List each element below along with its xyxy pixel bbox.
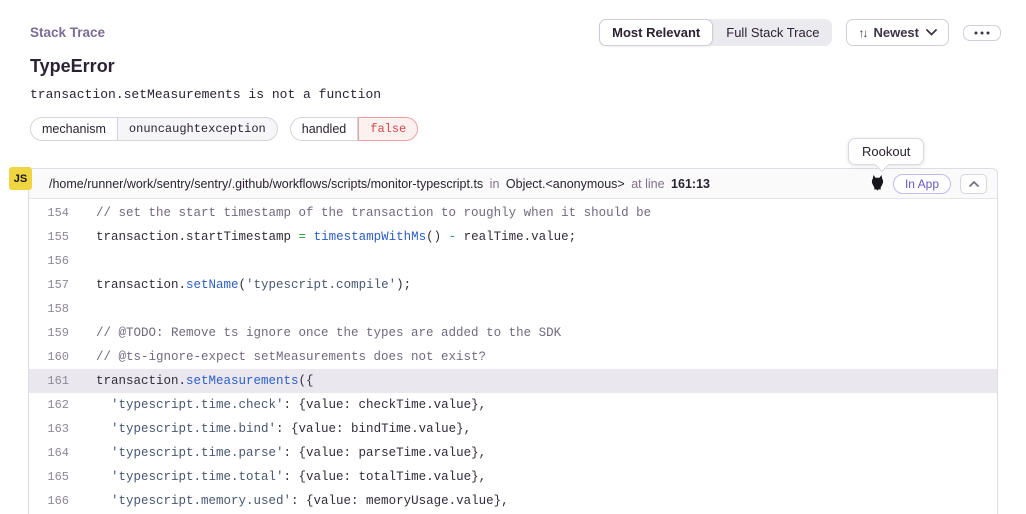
line-number-gutter: 159 (29, 321, 69, 345)
tag-value: onuncaughtexception (118, 117, 278, 141)
code-text: 'typescript.time.bind': {value: bindTime… (69, 417, 471, 441)
code-text: transaction.setMeasurements({ (69, 369, 314, 393)
code-line: 157transaction.setName('typescript.compi… (29, 273, 997, 297)
code-line: 159// @TODO: Remove ts ignore once the t… (29, 321, 997, 345)
tags-row: mechanismonuncaughtexception handledfalse (30, 117, 418, 141)
line-number-gutter: 160 (29, 345, 69, 369)
line-number-gutter: 164 (29, 441, 69, 465)
rookout-tooltip: Rookout (848, 138, 924, 165)
ellipsis-icon (974, 31, 990, 35)
tag-key: mechanism (30, 117, 118, 141)
code-text: 'typescript.time.check': {value: checkTi… (69, 393, 486, 417)
code-text: transaction.startTimestamp = timestampWi… (69, 225, 576, 249)
sort-label: Newest (873, 25, 919, 40)
code-text: // @ts-ignore-expect setMeasurements doe… (69, 345, 486, 369)
in-word: in (490, 177, 500, 191)
code-text: // set the start timestamp of the transa… (69, 201, 651, 225)
code-line: 158 (29, 297, 997, 321)
in-app-badge: In App (893, 174, 951, 194)
at-line-word: at line (631, 177, 664, 191)
platform-js-badge: JS (9, 167, 32, 190)
code-text: transaction.setName('typescript.compile'… (69, 273, 411, 297)
code-text: 'typescript.time.parse': {value: parseTi… (69, 441, 486, 465)
line-number-gutter: 158 (29, 297, 69, 321)
code-text (69, 249, 96, 273)
chevron-down-icon (926, 29, 937, 36)
tooltip-label: Rookout (862, 144, 910, 159)
chevron-up-icon (969, 181, 979, 187)
sort-arrows-icon: ↑↓ (858, 26, 866, 40)
sort-newest-dropdown[interactable]: ↑↓ Newest (846, 19, 949, 46)
tag-pill[interactable]: handledfalse (290, 117, 419, 141)
frame-location: /home/runner/work/sentry/sentry/.github/… (49, 177, 710, 191)
function-name: Object.<anonymous> (506, 177, 625, 191)
rookout-icon[interactable] (871, 175, 884, 192)
tag-pill[interactable]: mechanismonuncaughtexception (30, 117, 278, 141)
code-text: // @TODO: Remove ts ignore once the type… (69, 321, 561, 345)
error-type-title: TypeError (30, 56, 115, 77)
code-line: 165 'typescript.time.total': {value: tot… (29, 465, 997, 489)
line-number-gutter: 156 (29, 249, 69, 273)
code-line: 166 'typescript.memory.used': {value: me… (29, 489, 997, 513)
view-toggle: Most Relevant Full Stack Trace (599, 19, 832, 46)
line-number-gutter: 166 (29, 489, 69, 513)
code-text: 'typescript.time.total': {value: totalTi… (69, 465, 486, 489)
more-options-button[interactable] (963, 25, 1001, 41)
line-number-gutter: 161 (29, 369, 69, 393)
section-title: Stack Trace (30, 25, 105, 40)
frame-actions: In App (871, 174, 987, 194)
line-number-gutter: 155 (29, 225, 69, 249)
code-line: 164 'typescript.time.parse': {value: par… (29, 441, 997, 465)
code-line: 160// @ts-ignore-expect setMeasurements … (29, 345, 997, 369)
tag-key: handled (290, 117, 359, 141)
line-number-gutter: 154 (29, 201, 69, 225)
code-text (69, 297, 96, 321)
line-column-number: 161:13 (671, 177, 710, 191)
toolbar: Most Relevant Full Stack Trace ↑↓ Newest (599, 19, 1001, 46)
collapse-frame-button[interactable] (960, 174, 987, 194)
line-number-gutter: 165 (29, 465, 69, 489)
line-number-gutter: 163 (29, 417, 69, 441)
stack-trace-page: Stack Trace Most Relevant Full Stack Tra… (0, 0, 1026, 514)
full-stack-trace-button[interactable]: Full Stack Trace (713, 19, 832, 46)
code-line-active: 161transaction.setMeasurements({ (29, 369, 997, 393)
file-path: /home/runner/work/sentry/sentry/.github/… (49, 177, 483, 191)
code-line: 155transaction.startTimestamp = timestam… (29, 225, 997, 249)
line-number-gutter: 162 (29, 393, 69, 417)
code-view: 154// set the start timestamp of the tra… (29, 199, 997, 513)
tag-value: false (358, 117, 418, 141)
frame-header[interactable]: /home/runner/work/sentry/sentry/.github/… (29, 169, 997, 199)
stack-frame: JS /home/runner/work/sentry/sentry/.gith… (28, 168, 998, 514)
line-number-gutter: 157 (29, 273, 69, 297)
code-text: 'typescript.memory.used': {value: memory… (69, 489, 509, 513)
code-line: 154// set the start timestamp of the tra… (29, 201, 997, 225)
code-line: 163 'typescript.time.bind': {value: bind… (29, 417, 997, 441)
code-line: 162 'typescript.time.check': {value: che… (29, 393, 997, 417)
code-line: 156 (29, 249, 997, 273)
error-message: transaction.setMeasurements is not a fun… (30, 87, 381, 102)
most-relevant-button[interactable]: Most Relevant (599, 19, 713, 46)
